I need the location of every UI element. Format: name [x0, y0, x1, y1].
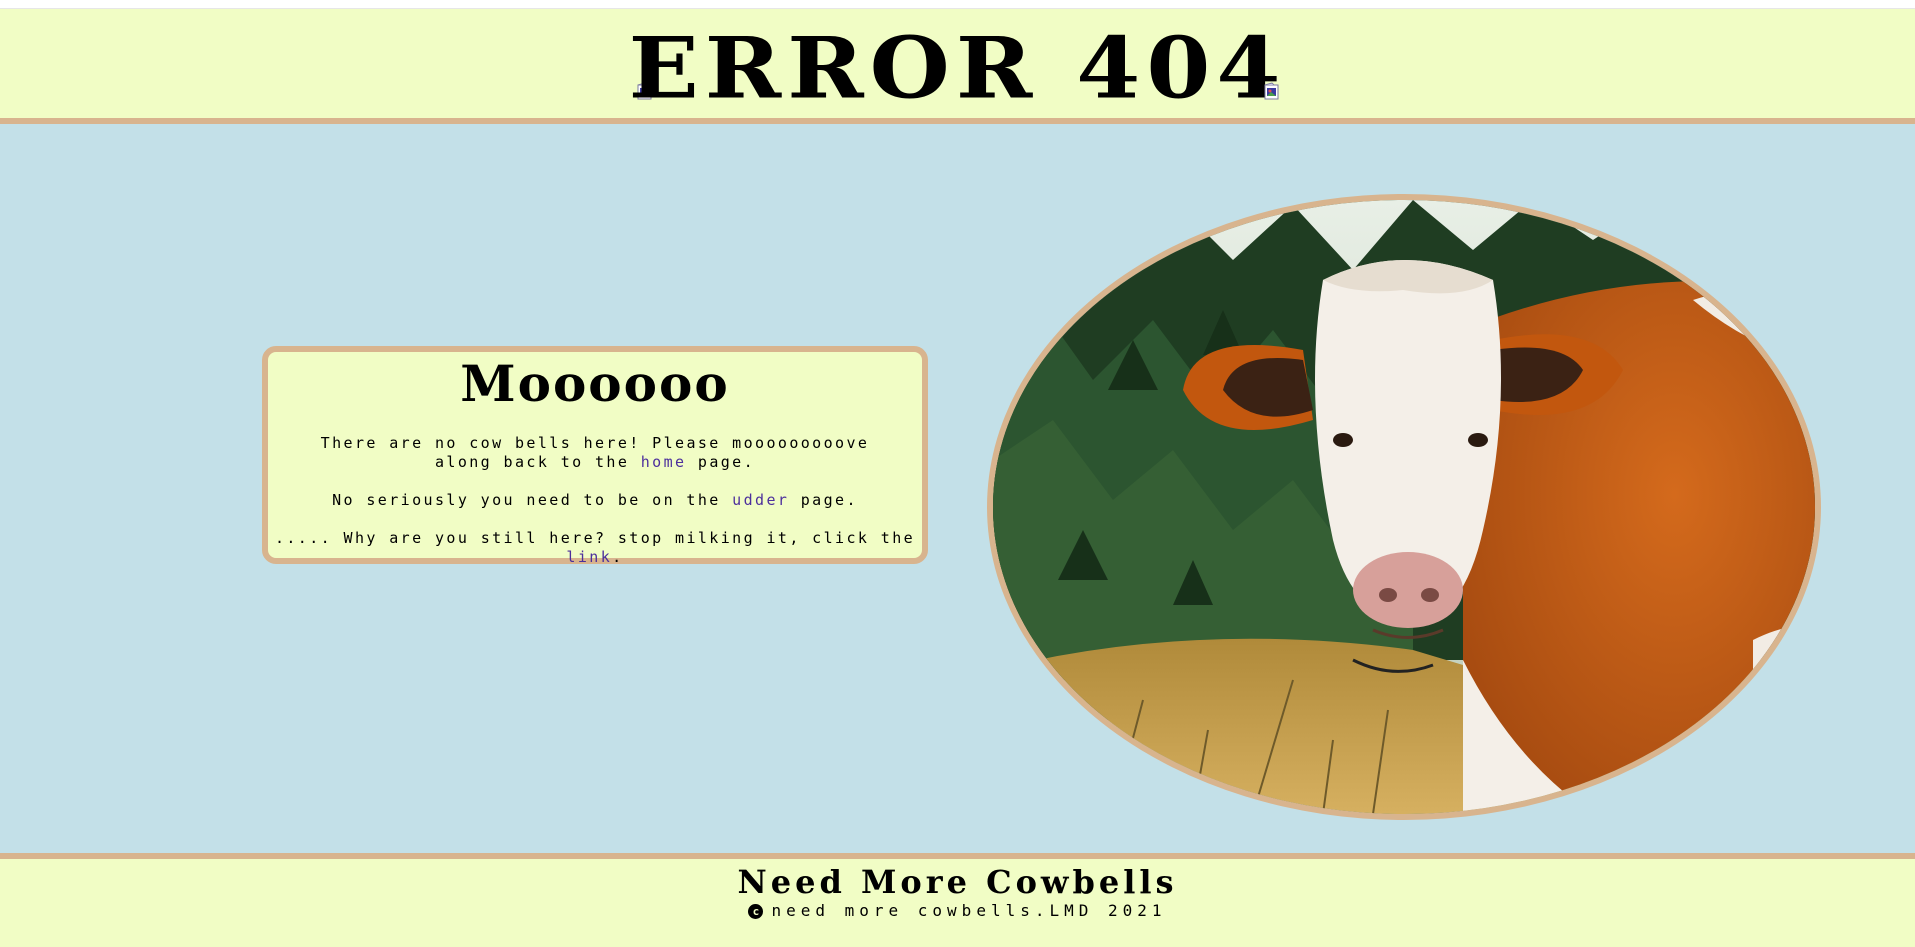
page: ERROR 404 Moooooo There are no cow bells… [0, 0, 1915, 947]
broken-image-icon [1264, 82, 1279, 100]
cow-photo [993, 200, 1815, 814]
message-line-1: There are no cow bells here! Please mooo… [268, 434, 922, 472]
header: ERROR 404 [0, 8, 1915, 119]
udder-link[interactable]: udder [732, 491, 789, 509]
page-title: ERROR 404 [628, 18, 1287, 118]
message-line-1-end: page. [686, 453, 756, 471]
message-line-2: No seriously you need to be on the udder… [268, 491, 922, 510]
cow-illustration [993, 200, 1815, 814]
copyright-text: need more cowbells.LMD 2021 [771, 901, 1167, 920]
message-line-3: ..... Why are you still here? stop milki… [268, 529, 922, 567]
message-line-3-text: ..... Why are you still here? stop milki… [274, 529, 916, 547]
footer-title: Need More Cowbells [737, 863, 1178, 901]
main-content: Moooooo There are no cow bells here! Ple… [0, 124, 1915, 853]
message-line-3-end: . [612, 548, 624, 566]
message-line-1-text: There are no cow bells here! Please mooo… [320, 434, 870, 471]
cow-photo-frame [987, 194, 1821, 820]
message-line-2-end: page. [789, 491, 858, 509]
home-link[interactable]: home [641, 453, 687, 471]
message-line-2-text: No seriously you need to be on the [332, 491, 733, 509]
copyright-icon: c [748, 904, 764, 919]
message-card: Moooooo There are no cow bells here! Ple… [262, 346, 928, 567]
footer: Need More Cowbells c need more cowbells.L… [0, 859, 1915, 947]
copyright: c need more cowbells.LMD 2021 [0, 901, 1915, 921]
link-link[interactable]: link [566, 548, 612, 566]
card-title: Moooooo [460, 354, 730, 413]
